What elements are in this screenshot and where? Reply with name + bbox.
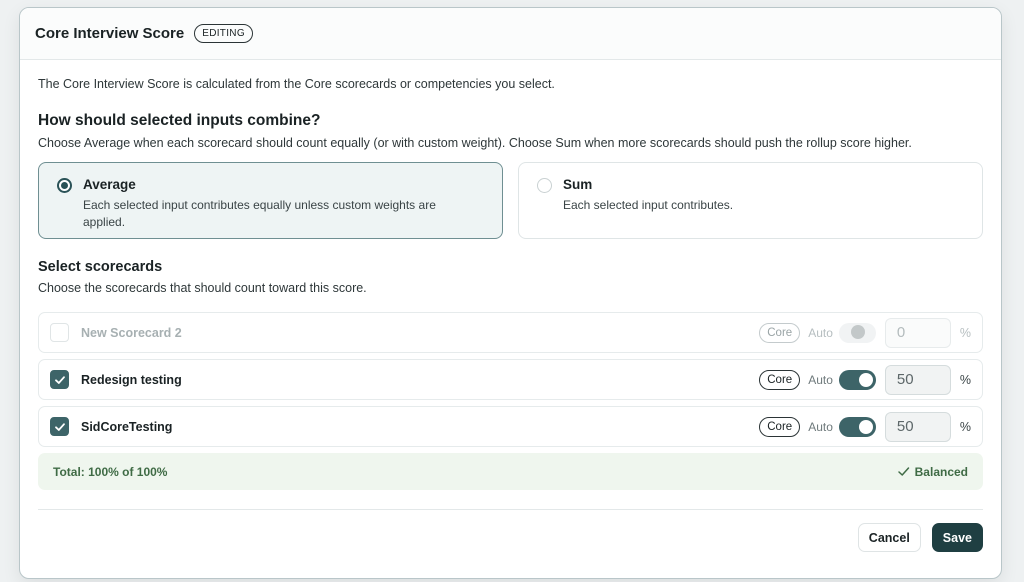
- combine-description: Choose Average when each scorecard shoul…: [38, 136, 912, 150]
- auto-label: Auto: [808, 325, 833, 340]
- check-icon: [897, 467, 909, 476]
- mode-desc-average: Each selected input contributes equally …: [83, 198, 436, 229]
- core-tag: Core: [759, 416, 801, 437]
- scorecard-list: New Scorecard 2 Core Auto % Redesign tes…: [38, 312, 983, 447]
- balanced-label: Balanced: [914, 464, 968, 479]
- check-icon: [54, 422, 65, 431]
- mode-label-average: Average: [83, 177, 136, 192]
- scorecard-name: New Scorecard 2: [81, 325, 182, 340]
- check-icon: [54, 375, 65, 384]
- panel-footer: Cancel Save: [38, 523, 983, 552]
- weight-input[interactable]: [884, 364, 951, 395]
- scorecard-name: SidCoreTesting: [81, 419, 173, 434]
- scorecards-description: Choose the scorecards that should count …: [38, 281, 367, 295]
- weight-input[interactable]: [884, 411, 951, 442]
- intro-text: The Core Interview Score is calculated f…: [38, 77, 555, 91]
- save-button[interactable]: Save: [931, 523, 983, 552]
- scorecard-checkbox[interactable]: [50, 323, 69, 342]
- page-title: Core Interview Score: [35, 25, 185, 42]
- balanced-status: Balanced: [897, 465, 968, 479]
- scorecard-row: Redesign testing Core Auto %: [38, 359, 983, 400]
- mode-option-sum[interactable]: Sum Each selected input contributes.: [518, 162, 983, 239]
- core-tag: Core: [759, 322, 801, 343]
- scorecard-name: Redesign testing: [81, 372, 182, 387]
- footer-divider: [38, 509, 983, 510]
- weight-input[interactable]: [884, 317, 951, 348]
- radio-sum[interactable]: [537, 178, 552, 193]
- auto-label: Auto: [808, 372, 833, 387]
- mode-label-sum: Sum: [563, 177, 593, 192]
- auto-toggle[interactable]: [838, 416, 876, 437]
- scorecard-row: New Scorecard 2 Core Auto %: [38, 312, 983, 353]
- scorecard-checkbox[interactable]: [50, 417, 69, 436]
- scorecard-row: SidCoreTesting Core Auto %: [38, 406, 983, 447]
- status-badge: EDITING: [194, 24, 253, 43]
- total-text: Total: 100% of 100%: [53, 464, 168, 479]
- cancel-button[interactable]: Cancel: [857, 523, 921, 552]
- mode-text-sum: Sum Each selected input contributes.: [563, 177, 943, 224]
- percent-unit: %: [959, 372, 971, 387]
- scorecard-checkbox[interactable]: [50, 370, 69, 389]
- percent-unit: %: [959, 419, 971, 434]
- total-summary: Total: 100% of 100% Balanced: [38, 453, 983, 490]
- edit-score-panel: Core Interview Score EDITING The Core In…: [19, 7, 1002, 579]
- mode-option-average[interactable]: Average Each selected input contributes …: [38, 162, 503, 239]
- mode-desc-sum: Each selected input contributes.: [563, 198, 734, 212]
- combine-heading: How should selected inputs combine?: [38, 112, 321, 129]
- radio-average[interactable]: [57, 178, 72, 193]
- mode-text-average: Average Each selected input contributes …: [83, 177, 463, 229]
- scorecards-heading: Select scorecards: [38, 259, 163, 275]
- auto-toggle[interactable]: [838, 322, 876, 343]
- panel-content: The Core Interview Score is calculated f…: [20, 60, 1001, 552]
- percent-unit: %: [959, 325, 971, 340]
- core-tag: Core: [759, 369, 801, 390]
- panel-header: Core Interview Score EDITING: [20, 8, 1001, 60]
- auto-toggle[interactable]: [838, 369, 876, 390]
- combine-mode-options: Average Each selected input contributes …: [38, 162, 983, 239]
- auto-label: Auto: [808, 419, 833, 434]
